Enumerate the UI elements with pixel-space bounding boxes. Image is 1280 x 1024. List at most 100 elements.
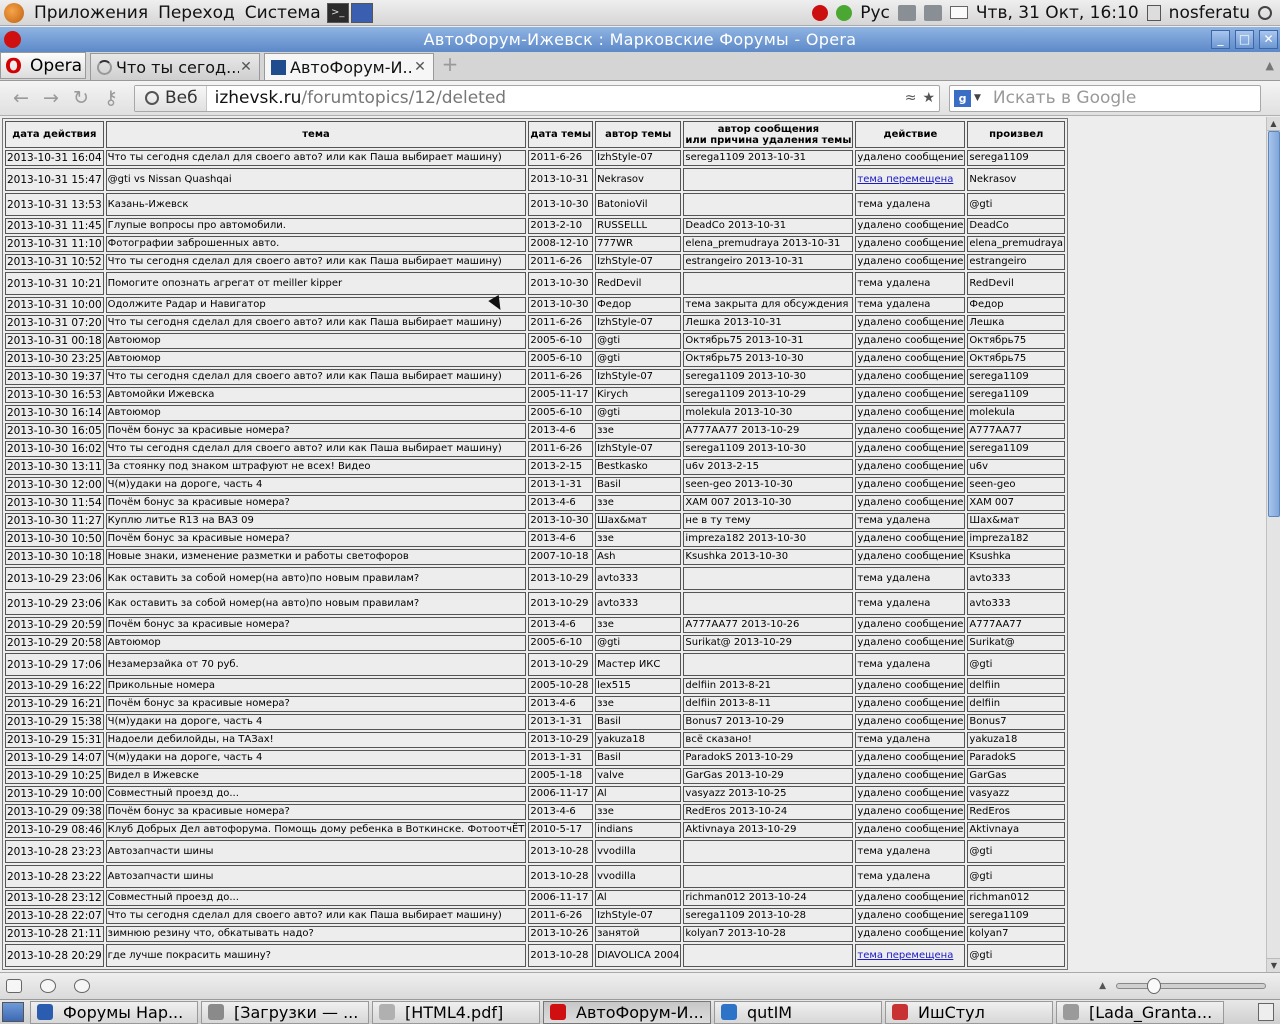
gnome-foot-icon[interactable] <box>4 2 24 23</box>
table-row: 2013-10-28 23:12 Совместный проезд до... 2… <box>5 890 1066 906</box>
topic-date-cell: 2011-6-26 <box>528 150 594 166</box>
show-desktop-button[interactable] <box>2 1002 24 1022</box>
search-field[interactable]: g ▼ Искать в Google <box>949 84 1261 112</box>
topic-cell: Глупые вопросы про автомобили. <box>105 218 527 234</box>
close-window-button[interactable]: ✕ <box>1259 30 1278 49</box>
opera-tray-icon[interactable] <box>812 4 829 21</box>
close-tab-icon[interactable]: ✕ <box>239 59 253 75</box>
places-menu[interactable]: Переход <box>153 0 240 26</box>
new-tab-button[interactable]: + <box>440 54 460 75</box>
address-field[interactable]: Веб izhevsk.ru/forumtopics/12/deleted ≈ … <box>134 84 940 112</box>
speed-dial-icon[interactable] <box>74 979 90 993</box>
performed-by-cell: @gti <box>967 653 1066 676</box>
rss-icon[interactable]: ≈ <box>905 90 917 106</box>
action-cell: удалено сообщение <box>855 617 966 633</box>
keyboard-layout-indicator[interactable]: Рус <box>860 3 890 23</box>
table-row: 2013-10-28 23:22 Автозапчасти шины 2013-10… <box>5 865 1066 888</box>
forward-button[interactable]: → <box>36 84 66 112</box>
power-icon[interactable] <box>1258 5 1272 20</box>
volume-icon[interactable] <box>923 4 942 21</box>
message-author-cell: seen-geo 2013-10-30 <box>683 477 854 493</box>
performed-by-cell: kolyan7 <box>967 926 1066 942</box>
topic-author-cell: ззе <box>595 423 682 439</box>
maximize-button[interactable]: □ <box>1235 30 1254 49</box>
action-date-cell: 2013-10-31 00:18 <box>5 333 104 349</box>
message-author-cell: A777AA77 2013-10-29 <box>683 423 854 439</box>
trash-icon[interactable] <box>1258 1003 1274 1021</box>
update-tray-icon[interactable] <box>836 4 853 21</box>
action-date-cell: 2013-10-31 07:20 <box>5 315 104 331</box>
scroll-down-icon[interactable]: ▼ <box>1267 958 1280 972</box>
url-text[interactable]: izhevsk.ru/forumtopics/12/deleted <box>207 88 506 108</box>
topic-cell: Автоюмор <box>105 635 527 651</box>
taskbar-window-button[interactable]: qutIM <box>714 1000 882 1024</box>
table-header-row: дата действия тема дата темы автор темы … <box>5 121 1066 148</box>
mail-icon[interactable] <box>949 6 968 19</box>
taskbar-window-button[interactable]: [Загрузки — ... <box>201 1000 369 1024</box>
reload-button[interactable]: ↻ <box>66 84 96 112</box>
vertical-scrollbar[interactable]: ▲ ▼ <box>1266 117 1280 972</box>
message-author-cell: delfiin 2013-8-11 <box>683 696 854 712</box>
opera-menu-button[interactable]: O Opera <box>0 52 86 79</box>
action-date-cell: 2013-10-31 10:21 <box>5 272 104 295</box>
taskbar-window-button[interactable]: [HTML4.pdf] <box>372 1000 540 1024</box>
screenshot-launcher-icon[interactable] <box>350 2 373 23</box>
network-icon[interactable] <box>897 4 916 21</box>
action-cell: удалено сообщение <box>855 890 966 906</box>
system-menu[interactable]: Система <box>240 0 326 26</box>
tab-list-arrow-icon[interactable]: ▲ <box>1266 59 1274 72</box>
minimize-button[interactable]: _ <box>1211 30 1230 49</box>
moved-topic-link[interactable]: тема перемещена <box>857 950 953 961</box>
taskbar-window-button[interactable]: ИшСтул <box>885 1000 1053 1024</box>
action-date-cell: 2013-10-30 16:02 <box>5 441 104 457</box>
message-author-cell: Bonus7 2013-10-29 <box>683 714 854 730</box>
zoom-slider[interactable] <box>1116 978 1266 994</box>
panel-toggle-icon[interactable] <box>6 979 22 993</box>
topic-cell: Совместный проезд до... <box>105 786 527 802</box>
window-title-bar[interactable]: АвтоФорум-Ижевск : Марковские Форумы - O… <box>0 27 1280 52</box>
site-info-badge[interactable]: Веб <box>135 85 207 111</box>
tab-autoforum[interactable]: АвтоФорум-И... ✕ <box>264 53 434 80</box>
opera-unite-icon[interactable] <box>40 979 56 993</box>
search-engine-selector[interactable]: g ▼ <box>950 89 985 107</box>
key-icon[interactable]: ⚷ <box>96 84 126 112</box>
close-tab-icon[interactable]: ✕ <box>413 59 427 75</box>
topic-cell: Автоюмор <box>105 405 527 421</box>
table-row: 2013-10-28 21:11 зимнюю резину что, обкат… <box>5 926 1066 942</box>
taskbar-window-button[interactable]: АвтоФорум-И... <box>543 1000 711 1024</box>
performed-by-cell: A777AA77 <box>967 617 1066 633</box>
scroll-up-icon[interactable]: ▲ <box>1267 117 1280 131</box>
action-date-cell: 2013-10-28 20:29 <box>5 944 104 967</box>
message-author-cell <box>683 944 854 967</box>
zoom-menu-icon[interactable]: ▲ <box>1099 981 1106 991</box>
user-name[interactable]: nosferatu <box>1169 3 1250 23</box>
message-author-cell: XAM 007 2013-10-30 <box>683 495 854 511</box>
performed-by-cell: GarGas <box>967 768 1066 784</box>
terminal-launcher-icon[interactable]: >_ <box>326 2 349 23</box>
topic-author-cell: avto333 <box>595 567 682 590</box>
action-cell: тема удалена <box>855 567 966 590</box>
opera-window-icon[interactable] <box>4 31 21 48</box>
scrollbar-thumb[interactable] <box>1268 131 1280 517</box>
taskbar-window-button[interactable]: Форумы Нар... <box>30 1000 198 1024</box>
action-cell: удалено сообщение <box>855 696 966 712</box>
back-button[interactable]: ← <box>6 84 36 112</box>
taskbar-window-title: [Загрузки — ... <box>234 1002 359 1022</box>
bookmark-star-icon[interactable]: ★ <box>922 90 935 106</box>
tab-what-did-you-do[interactable]: Что ты сегод... ✕ <box>90 53 260 80</box>
action-cell: удалено сообщение <box>855 369 966 385</box>
topic-author-cell: ззе <box>595 696 682 712</box>
action-cell: удалено сообщение <box>855 768 966 784</box>
zoom-slider-knob[interactable] <box>1147 978 1161 994</box>
clock[interactable]: Чтв, 31 Окт, 16:10 <box>976 3 1139 23</box>
action-cell: удалено сообщение <box>855 459 966 475</box>
topic-author-cell: IzhStyle-07 <box>595 315 682 331</box>
action-date-cell: 2013-10-29 09:38 <box>5 804 104 820</box>
taskbar-window-button[interactable]: [Lada_Granta... <box>1056 1000 1224 1024</box>
search-input[interactable]: Искать в Google <box>985 88 1136 108</box>
topic-date-cell: 2006-11-17 <box>528 890 594 906</box>
applications-menu[interactable]: Приложения <box>29 0 153 26</box>
moved-topic-link[interactable]: тема перемещена <box>857 174 953 185</box>
topic-date-cell: 2013-10-28 <box>528 944 594 967</box>
action-cell: удалено сообщение <box>855 804 966 820</box>
